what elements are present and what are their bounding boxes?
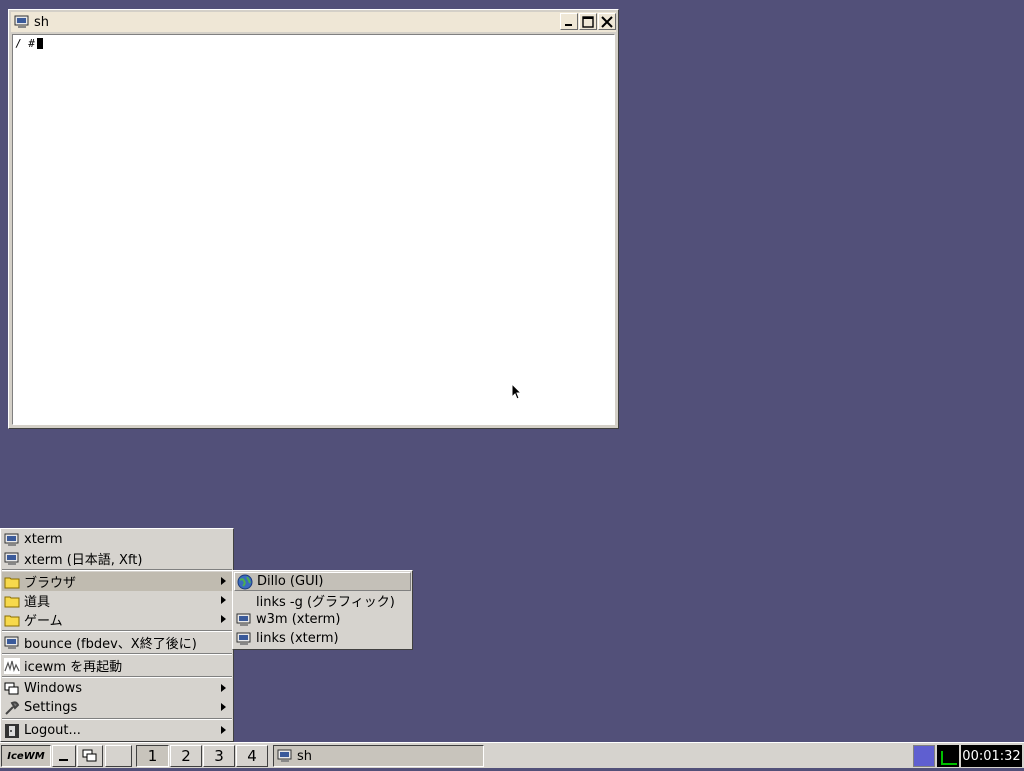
- submenu-arrow-icon: [221, 577, 226, 585]
- submenu-arrow-icon: [221, 703, 226, 711]
- taskbar-task-sh[interactable]: sh: [273, 745, 484, 767]
- submenu-arrow-icon: [221, 684, 226, 692]
- menu-separator: [2, 676, 232, 678]
- workspace-label: 3: [214, 747, 224, 765]
- maximize-icon: [582, 15, 594, 28]
- restart-icon: [4, 657, 20, 674]
- workspace-label: 2: [181, 747, 191, 765]
- minimize-all-icon: [59, 759, 68, 761]
- menu-item-label: xterm (日本語, Xft): [24, 553, 143, 568]
- menu-item-browser[interactable]: ブラウザ: [2, 572, 232, 591]
- window-list-button[interactable]: [77, 745, 103, 767]
- minimize-button[interactable]: [560, 13, 578, 30]
- menu-item-label: 道具: [24, 595, 51, 610]
- terminal-content[interactable]: / #: [12, 34, 615, 425]
- folder-icon: [4, 596, 20, 607]
- menu-item-logout[interactable]: Logout...: [2, 721, 232, 740]
- menu-item-label: icewm を再起動: [24, 660, 123, 675]
- terminal-icon: [236, 632, 251, 645]
- submenu-arrow-icon: [221, 726, 226, 734]
- terminal-icon: [4, 636, 19, 649]
- menu-item-tools[interactable]: 道具: [2, 591, 232, 610]
- window-titlebar[interactable]: sh: [11, 12, 616, 32]
- menu-item-label: links -g (グラフィック): [256, 595, 395, 610]
- terminal-window[interactable]: sh / #: [8, 9, 619, 429]
- folder-icon: [4, 615, 20, 626]
- desktop: sh / # xterm xterm (日本語, Xft) ブラウザ 道具 ゲー…: [0, 0, 1024, 742]
- close-button[interactable]: [598, 13, 616, 30]
- menu-separator: [2, 718, 232, 720]
- menu-separator: [2, 630, 232, 632]
- taskbar: IceWM 1 2 3 4 sh 00:01:32: [0, 742, 1024, 768]
- menu-item-label: Settings: [24, 700, 78, 715]
- cpu-monitor-icon[interactable]: [937, 745, 959, 767]
- shell-prompt: / #: [15, 37, 35, 50]
- menu-item-links-g[interactable]: links -g (グラフィック): [234, 591, 411, 610]
- menu-item-links-xterm[interactable]: links (xterm): [234, 629, 411, 648]
- menu-item-label: bounce (fbdev、X終了後に): [24, 637, 197, 652]
- submenu-arrow-icon: [221, 615, 226, 623]
- quick-launch-button[interactable]: [105, 745, 132, 767]
- settings-icon: [5, 700, 20, 715]
- menu-item-windows[interactable]: Windows: [2, 679, 232, 698]
- text-cursor: [36, 38, 43, 49]
- workspace-label: 4: [247, 747, 257, 765]
- menu-item-label: w3m (xterm): [256, 612, 341, 627]
- menu-item-label: ブラウザ: [24, 576, 77, 591]
- menu-item-label: links (xterm): [256, 631, 339, 646]
- task-label: sh: [297, 748, 313, 764]
- window-title: sh: [34, 14, 50, 30]
- menu-item-restart-icewm[interactable]: icewm を再起動: [2, 656, 232, 675]
- windows-icon: [4, 682, 19, 694]
- show-desktop-button[interactable]: [52, 745, 76, 767]
- menu-item-games[interactable]: ゲーム: [2, 610, 232, 629]
- menu-item-settings[interactable]: Settings: [2, 698, 232, 717]
- workspace-2-button[interactable]: 2: [170, 745, 202, 767]
- close-icon: [601, 15, 613, 28]
- menu-item-bounce[interactable]: bounce (fbdev、X終了後に): [2, 633, 232, 652]
- menu-item-label: Dillo (GUI): [257, 574, 324, 589]
- windows-icon: [82, 749, 97, 762]
- start-button[interactable]: IceWM: [1, 745, 51, 767]
- network-monitor-icon[interactable]: [913, 745, 935, 767]
- terminal-icon: [4, 552, 19, 565]
- menu-separator: [2, 653, 232, 655]
- menu-item-label: xterm: [24, 532, 63, 547]
- menu-item-label: Windows: [24, 681, 83, 696]
- start-menu: xterm xterm (日本語, Xft) ブラウザ 道具 ゲーム bounc…: [0, 528, 234, 742]
- blank-icon: [236, 593, 252, 609]
- workspace-1-button[interactable]: 1: [136, 745, 169, 767]
- clock[interactable]: 00:01:32: [961, 745, 1022, 767]
- folder-icon: [4, 577, 20, 588]
- logout-icon: [5, 723, 19, 738]
- menu-separator: [2, 569, 232, 571]
- terminal-icon: [4, 533, 19, 546]
- minimize-icon: [565, 23, 572, 26]
- maximize-button[interactable]: [579, 13, 597, 30]
- mouse-pointer-icon: [511, 383, 523, 400]
- terminal-icon: [236, 613, 251, 626]
- globe-icon: [237, 574, 253, 589]
- menu-item-label: Logout...: [24, 723, 81, 738]
- workspace-3-button[interactable]: 3: [203, 745, 235, 767]
- start-button-label: IceWM: [7, 750, 45, 762]
- menu-item-xterm[interactable]: xterm: [2, 530, 232, 549]
- workspace-4-button[interactable]: 4: [236, 745, 268, 767]
- terminal-icon: [14, 15, 29, 28]
- workspace-label: 1: [147, 747, 158, 765]
- submenu-arrow-icon: [221, 596, 226, 604]
- menu-item-w3m[interactable]: w3m (xterm): [234, 610, 411, 629]
- menu-item-label: ゲーム: [24, 614, 63, 629]
- cpu-graph-icon: [941, 751, 957, 765]
- menu-item-dillo[interactable]: Dillo (GUI): [234, 572, 411, 591]
- menu-item-xterm-ja[interactable]: xterm (日本語, Xft): [2, 549, 232, 568]
- browser-submenu: Dillo (GUI) links -g (グラフィック) w3m (xterm…: [232, 570, 413, 650]
- terminal-icon: [277, 749, 292, 762]
